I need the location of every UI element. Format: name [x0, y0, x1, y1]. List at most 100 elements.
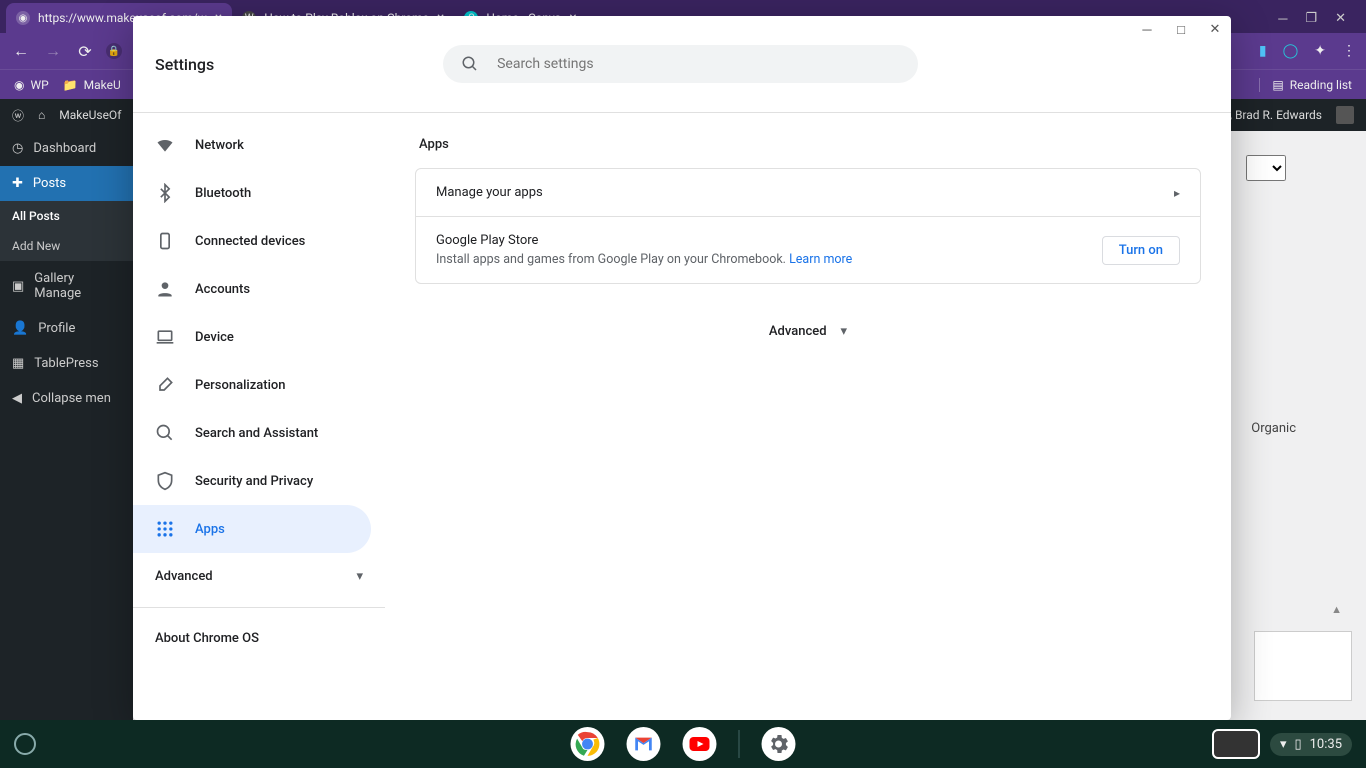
nav-accounts[interactable]: Accounts [133, 265, 371, 313]
select-dropdown[interactable] [1246, 155, 1286, 181]
settings-nav: Network Bluetooth Connected devices Acco… [133, 113, 385, 720]
wifi-icon [155, 135, 175, 155]
clock: 10:35 [1310, 737, 1342, 752]
text-label: Organic [1251, 421, 1296, 436]
shelf: ▾ ▯ 10:35 [0, 720, 1366, 768]
sidebar-item-label: Gallery Manage [34, 271, 121, 301]
sidebar-item-tablepress[interactable]: ▦ TablePress [0, 346, 133, 381]
settings-content: Apps Manage your apps ▸ Google Play Stor… [385, 113, 1231, 720]
window-controls: ─ ❐ ✕ [1278, 11, 1360, 33]
manage-apps-row[interactable]: Manage your apps ▸ [416, 169, 1200, 216]
pin-icon: ✚ [12, 176, 23, 191]
avatar[interactable] [1336, 106, 1354, 124]
bookmark-folder[interactable]: 📁 MakeU [63, 78, 121, 92]
sidebar-item-label: Collapse men [32, 391, 111, 406]
wordpress-icon[interactable]: ⓦ [12, 107, 24, 124]
launcher-button[interactable] [14, 733, 36, 755]
nav-label: Bluetooth [195, 186, 251, 201]
menu-icon[interactable]: ⋮ [1342, 43, 1356, 59]
shelf-apps [571, 727, 796, 761]
section-title: Apps [419, 137, 1197, 152]
nav-label: Advanced [155, 569, 213, 584]
chevron-right-icon: ▸ [1174, 186, 1180, 200]
system-tray[interactable]: ▾ ▯ 10:35 [1212, 729, 1352, 759]
nav-network[interactable]: Network [133, 121, 371, 169]
nav-label: Apps [195, 522, 225, 537]
apps-icon [155, 519, 175, 539]
nav-security-privacy[interactable]: Security and Privacy [133, 457, 371, 505]
laptop-icon [155, 327, 175, 347]
maximize-icon[interactable]: ❐ [1305, 11, 1317, 27]
forward-button[interactable]: → [42, 41, 64, 61]
page-title: Settings [155, 55, 214, 74]
nav-label: Device [195, 330, 234, 345]
sidebar-item-profile[interactable]: 👤 Profile [0, 311, 133, 346]
sidebar-item-label: Dashboard [33, 141, 96, 156]
nav-bluetooth[interactable]: Bluetooth [133, 169, 371, 217]
text-box[interactable] [1254, 631, 1352, 701]
maximize-icon[interactable]: □ [1173, 22, 1189, 38]
bookmark-label: WP [30, 78, 48, 92]
globe-icon: ◉ [14, 78, 24, 92]
bookmark-item[interactable]: ◉ WP [14, 78, 49, 92]
turn-on-button[interactable]: Turn on [1102, 236, 1180, 265]
close-icon[interactable]: ✕ [1207, 22, 1223, 38]
user-icon: 👤 [12, 321, 28, 336]
chevron-up-icon[interactable]: ▲ [1331, 603, 1342, 616]
sidebar-subitem-add-new[interactable]: Add New [0, 231, 133, 261]
sidebar-subitem-all-posts[interactable]: All Posts [0, 201, 133, 231]
docs-icon[interactable]: ▮ [1259, 43, 1267, 59]
advanced-toggle[interactable]: Advanced ▾ [415, 324, 1201, 339]
search-icon [461, 55, 479, 73]
reading-list-button[interactable]: ▤ Reading list [1259, 78, 1352, 92]
sidebar-item-label: Profile [38, 321, 75, 336]
window-preview[interactable] [1212, 729, 1260, 759]
collapse-icon: ◀ [12, 391, 22, 406]
nav-label: Personalization [195, 378, 286, 393]
nav-about[interactable]: About Chrome OS [133, 616, 385, 660]
extension-icon[interactable]: ◯ [1283, 43, 1299, 59]
youtube-icon[interactable] [683, 727, 717, 761]
extensions-icon[interactable]: ✦ [1314, 43, 1326, 59]
user-greeting[interactable]: , Brad R. Edwards [1230, 108, 1322, 122]
minimize-icon[interactable]: ─ [1139, 22, 1155, 38]
reading-list-label: Reading list [1290, 78, 1352, 92]
nav-label: Network [195, 138, 244, 153]
sidebar-item-collapse[interactable]: ◀ Collapse men [0, 381, 133, 416]
folder-icon: 📁 [63, 78, 78, 92]
search-box[interactable] [443, 45, 918, 83]
sidebar-item-dashboard[interactable]: ◷ Dashboard [0, 131, 133, 166]
nav-advanced-toggle[interactable]: Advanced ▾ [133, 553, 385, 599]
advanced-label: Advanced [769, 324, 827, 339]
row-title: Manage your apps [436, 185, 1174, 200]
nav-device[interactable]: Device [133, 313, 371, 361]
search-input[interactable] [495, 55, 900, 73]
learn-more-link[interactable]: Learn more [789, 252, 852, 267]
nav-search-assistant[interactable]: Search and Assistant [133, 409, 371, 457]
nav-personalization[interactable]: Personalization [133, 361, 371, 409]
battery-icon: ▯ [1294, 737, 1301, 752]
sidebar-item-gallery[interactable]: ▣ Gallery Manage [0, 261, 133, 311]
close-icon[interactable]: ✕ [1335, 11, 1346, 27]
home-icon[interactable]: ⌂ [38, 108, 45, 122]
status-area[interactable]: ▾ ▯ 10:35 [1270, 733, 1352, 756]
gmail-icon[interactable] [627, 727, 661, 761]
wifi-icon: ▾ [1280, 737, 1287, 752]
lock-icon[interactable]: 🔒 [106, 43, 122, 59]
nav-label: Security and Privacy [195, 474, 313, 489]
nav-connected-devices[interactable]: Connected devices [133, 217, 371, 265]
chevron-down-icon: ▾ [356, 569, 363, 584]
nav-label: Connected devices [195, 234, 305, 249]
settings-icon[interactable] [762, 727, 796, 761]
sidebar-submenu: All Posts Add New [0, 201, 133, 261]
reload-button[interactable]: ⟳ [74, 42, 96, 61]
nav-apps[interactable]: Apps [133, 505, 371, 553]
table-icon: ▦ [12, 356, 24, 371]
minimize-icon[interactable]: ─ [1278, 11, 1287, 27]
site-name[interactable]: MakeUseOf [59, 108, 121, 122]
back-button[interactable]: ← [10, 41, 32, 61]
chevron-down-icon: ▾ [841, 324, 848, 339]
list-icon: ▤ [1272, 78, 1283, 92]
sidebar-item-posts[interactable]: ✚ Posts [0, 166, 133, 201]
chrome-icon[interactable] [571, 727, 605, 761]
